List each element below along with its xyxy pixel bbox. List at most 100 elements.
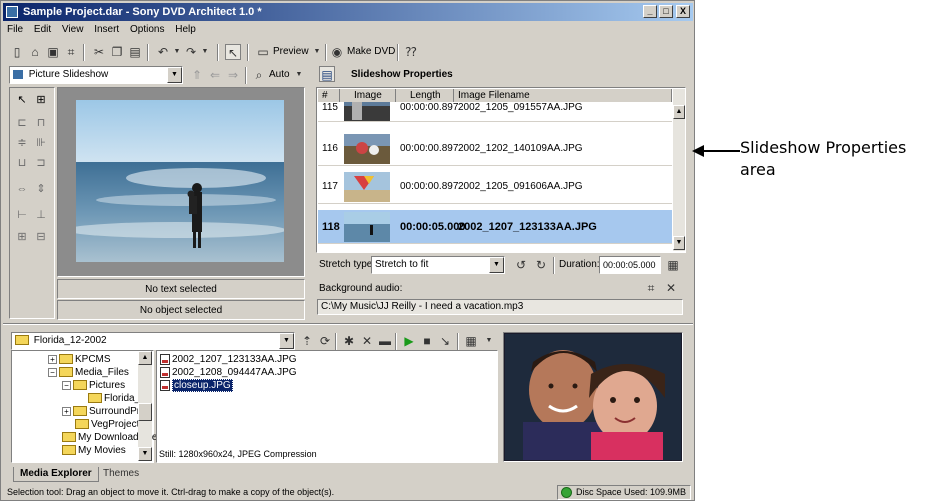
menu-options[interactable]: Options: [130, 24, 164, 35]
tree-item[interactable]: − Media_Files: [48, 367, 129, 379]
scroll-up-arrow[interactable]: ▲: [138, 351, 152, 365]
scroll-down-arrow[interactable]: ▼: [673, 236, 685, 250]
tree-item[interactable]: VegProjects: [75, 419, 144, 431]
preview-button[interactable]: Preview: [273, 45, 309, 59]
forward-icon[interactable]: ⇒: [225, 67, 241, 83]
page-type-combo[interactable]: Picture Slideshow ▼: [9, 66, 183, 84]
up-folder-icon[interactable]: ⇡: [299, 333, 315, 349]
space-vertical-icon[interactable]: ⊥: [32, 206, 50, 224]
make-dvd-icon[interactable]: ◉: [329, 44, 345, 60]
align-top-icon[interactable]: ⊓: [32, 114, 50, 132]
tab-media-explorer[interactable]: Media Explorer: [13, 467, 99, 482]
stretch-type-select[interactable]: Stretch to fit ▼: [371, 256, 505, 274]
menu-help[interactable]: Help: [175, 24, 196, 35]
auto-preview-icon[interactable]: ↘: [437, 333, 453, 349]
add-media-icon[interactable]: ▬: [377, 333, 393, 349]
space-horizontal-icon[interactable]: ⊢: [13, 206, 31, 224]
views-icon[interactable]: ▦: [463, 333, 479, 349]
preview-icon[interactable]: ▭: [255, 44, 271, 60]
same-height-icon[interactable]: ⇕: [32, 180, 50, 198]
tree-item[interactable]: + KPCMS: [48, 354, 111, 366]
preview-dropdown-icon[interactable]: ▼: [309, 44, 325, 60]
refresh-icon[interactable]: ⟳: [317, 333, 333, 349]
up-icon[interactable]: ⇑: [189, 67, 205, 83]
delete-file-icon[interactable]: ✕: [359, 333, 375, 349]
new-folder-icon[interactable]: ✱: [341, 333, 357, 349]
make-dvd-button[interactable]: Make DVD: [347, 45, 395, 59]
col-header-filename[interactable]: Image Filename: [454, 89, 672, 103]
chevron-down-icon[interactable]: ▼: [489, 257, 504, 273]
save-icon[interactable]: ▣: [45, 44, 61, 60]
rotate-right-icon[interactable]: ↻: [533, 257, 549, 273]
tree-item[interactable]: − Pictures: [62, 380, 125, 392]
menu-file[interactable]: File: [7, 24, 23, 35]
whats-this-icon[interactable]: ⁇: [403, 44, 419, 60]
close-button[interactable]: X: [676, 5, 690, 18]
align-left-icon[interactable]: ⊏: [13, 114, 31, 132]
grid-icon[interactable]: ⊞: [32, 91, 50, 109]
align-center-icon[interactable]: ≑: [13, 134, 31, 152]
apply-all-icon[interactable]: ▦: [665, 257, 681, 273]
file-item-selected[interactable]: closeup.JPG: [160, 379, 233, 393]
copy-icon[interactable]: ❐: [109, 44, 125, 60]
background-audio-path[interactable]: C:\My Music\JJ Reilly - I need a vacatio…: [317, 299, 683, 315]
align-middle-icon[interactable]: ⊪: [32, 134, 50, 152]
menu-edit[interactable]: Edit: [34, 24, 51, 35]
zoom-button[interactable]: Auto: [269, 68, 290, 82]
menu-view[interactable]: View: [62, 24, 84, 35]
pointer-icon[interactable]: ↖: [13, 91, 31, 109]
pane-splitter[interactable]: [3, 323, 693, 325]
rotate-left-icon[interactable]: ↺: [513, 257, 529, 273]
file-item[interactable]: 2002_1207_123133AA.JPG: [160, 354, 297, 366]
scroll-thumb[interactable]: [138, 403, 152, 421]
row-filename: 2002_1205_091557AA.JPG: [458, 102, 583, 113]
table-row[interactable]: 116 00:00:00.897 2002_1202_140109AA.JPG: [318, 132, 672, 166]
chevron-down-icon[interactable]: ▼: [167, 67, 182, 83]
tab-themes[interactable]: Themes: [97, 467, 145, 482]
row-number: 118: [322, 221, 340, 233]
minimize-button[interactable]: _: [643, 5, 657, 18]
cut-icon[interactable]: ✂: [91, 44, 107, 60]
duration-input[interactable]: 00:00:05.000: [599, 256, 661, 274]
table-row[interactable]: 115 00:00:00.897 2002_1205_091557AA.JPG: [318, 102, 672, 122]
file-item[interactable]: 2002_1208_094447AA.JPG: [160, 367, 297, 379]
col-header-length[interactable]: Length: [396, 89, 454, 103]
paste-icon[interactable]: ▤: [127, 44, 143, 60]
open-icon[interactable]: ⌂: [27, 44, 43, 60]
align-bottom-icon[interactable]: ⊔: [13, 154, 31, 172]
center-vertical-icon[interactable]: ⊟: [32, 228, 50, 246]
zoom-dropdown-icon[interactable]: ▼: [291, 67, 307, 83]
main-toolbar: ▯ ⌂ ▣ ⌗ ✂ ❐ ▤ ↶ ▼ ↷ ▼ ↖ ▭ Preview ▼ ◉ Ma…: [3, 41, 693, 63]
col-header-number[interactable]: #: [318, 89, 340, 103]
back-icon[interactable]: ⇐: [207, 67, 223, 83]
redo-dropdown-icon[interactable]: ▼: [197, 44, 213, 60]
same-width-icon[interactable]: ⇔: [13, 180, 31, 198]
views-dropdown-icon[interactable]: ▼: [481, 333, 497, 349]
scroll-down-arrow[interactable]: ▼: [138, 447, 152, 461]
chevron-down-icon[interactable]: ▼: [279, 333, 294, 349]
col-header-image[interactable]: Image: [340, 89, 396, 103]
folder-combo[interactable]: Florida_12-2002 ▼: [11, 332, 295, 350]
slideshow-properties-title: Slideshow Properties: [351, 69, 453, 80]
slideshow-properties-icon[interactable]: ▤: [319, 66, 335, 82]
play-icon[interactable]: ▶: [401, 333, 417, 349]
open-folder-icon[interactable]: ⌗: [643, 280, 659, 296]
properties-icon[interactable]: ⌗: [63, 44, 79, 60]
align-right-icon[interactable]: ⊐: [32, 154, 50, 172]
menu-insert[interactable]: Insert: [94, 24, 119, 35]
center-horizontal-icon[interactable]: ⊞: [13, 228, 31, 246]
title-bar[interactable]: Sample Project.dar - Sony DVD Architect …: [3, 3, 693, 21]
workspace-preview[interactable]: [57, 87, 305, 277]
new-icon[interactable]: ▯: [9, 44, 25, 60]
folder-icon: [62, 432, 76, 443]
selection-tool-icon[interactable]: ↖: [225, 44, 241, 60]
delete-icon[interactable]: ✕: [663, 280, 679, 296]
table-row[interactable]: 117 00:00:00.897 2002_1205_091606AA.JPG: [318, 170, 672, 204]
stop-icon[interactable]: ■: [419, 333, 435, 349]
scroll-up-arrow[interactable]: ▲: [673, 105, 685, 119]
zoom-icon[interactable]: ⌕: [251, 67, 267, 83]
maximize-button[interactable]: □: [659, 5, 673, 18]
tree-item[interactable]: + SurroundProj: [62, 406, 148, 418]
table-row-selected[interactable]: 118 00:00:05.000 2002_1207_123133AA.JPG: [318, 210, 672, 244]
tree-item[interactable]: My Movies: [62, 445, 126, 457]
